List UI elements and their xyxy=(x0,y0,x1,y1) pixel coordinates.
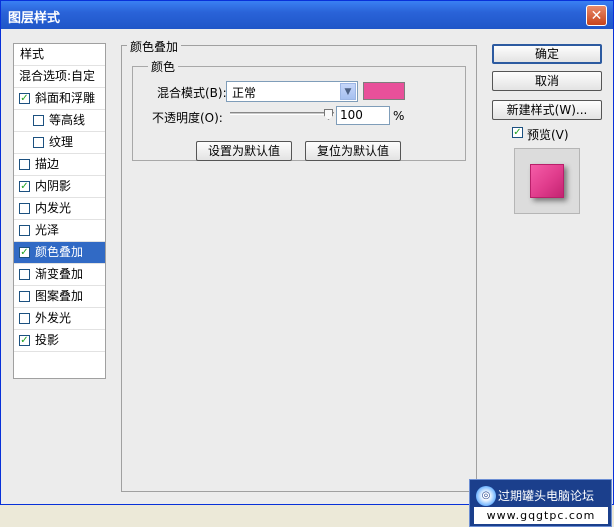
forum-name: 过期罐头电脑论坛 xyxy=(498,489,595,503)
style-item-contour[interactable]: 等高线 xyxy=(14,110,105,132)
opacity-label: 不透明度(O): xyxy=(152,111,223,125)
checkbox-icon[interactable] xyxy=(19,313,30,324)
checkbox-icon[interactable] xyxy=(33,115,44,126)
checkbox-icon[interactable]: ✓ xyxy=(19,93,30,104)
layer-style-dialog: 图层样式 ✕ 样式 混合选项:自定 ✓ 斜面和浮雕 等高线 纹理 描边 ✓ 内阴… xyxy=(0,0,614,527)
style-item-label: 光泽 xyxy=(35,223,60,237)
style-item-stroke[interactable]: 描边 xyxy=(14,154,105,176)
opacity-slider[interactable] xyxy=(230,112,334,115)
title-bar[interactable]: 图层样式 ✕ xyxy=(1,1,613,29)
preview-label: 预览(V) xyxy=(527,128,569,142)
style-item-inner-shadow[interactable]: ✓ 内阴影 xyxy=(14,176,105,198)
opacity-input[interactable]: 100 xyxy=(336,106,390,125)
style-item-drop-shadow[interactable]: ✓ 投影 xyxy=(14,330,105,352)
style-item-label: 图案叠加 xyxy=(35,289,84,303)
overlay-color-swatch[interactable] xyxy=(363,82,405,100)
style-item-satin[interactable]: 光泽 xyxy=(14,220,105,242)
forum-url: www.gqgtpc.com xyxy=(474,507,608,524)
dropdown-arrow-icon[interactable]: ▼ xyxy=(340,83,356,100)
style-item-blending-options[interactable]: 混合选项:自定 xyxy=(14,66,105,88)
dialog-body: 样式 混合选项:自定 ✓ 斜面和浮雕 等高线 纹理 描边 ✓ 内阴影 内发光 光… xyxy=(1,29,613,527)
style-item-label: 斜面和浮雕 xyxy=(35,91,96,105)
checkbox-icon[interactable] xyxy=(19,159,30,170)
checkbox-icon[interactable] xyxy=(19,269,30,280)
style-item-inner-glow[interactable]: 内发光 xyxy=(14,198,105,220)
style-item-label: 描边 xyxy=(35,157,60,171)
style-item-label: 混合选项:自定 xyxy=(19,69,96,83)
close-button[interactable]: ✕ xyxy=(586,5,607,26)
forum-watermark: ◎ 过期罐头电脑论坛 www.gqgtpc.com xyxy=(469,479,612,527)
style-item-bevel-emboss[interactable]: ✓ 斜面和浮雕 xyxy=(14,88,105,110)
blend-mode-value: 正常 xyxy=(232,86,257,100)
style-item-texture[interactable]: 纹理 xyxy=(14,132,105,154)
checkbox-icon[interactable] xyxy=(19,203,30,214)
style-item-label: 外发光 xyxy=(35,311,72,325)
style-item-label: 内发光 xyxy=(35,201,72,215)
checkbox-icon[interactable]: ✓ xyxy=(512,127,523,138)
checkbox-icon[interactable] xyxy=(19,225,30,236)
cancel-button[interactable]: 取消 xyxy=(492,71,602,91)
blend-mode-select[interactable]: 正常 ▼ xyxy=(226,81,358,102)
forum-logo-icon: ◎ xyxy=(476,486,496,506)
style-item-pattern-overlay[interactable]: 图案叠加 xyxy=(14,286,105,308)
set-default-button[interactable]: 设置为默认值 xyxy=(196,141,292,161)
style-item-gradient-overlay[interactable]: 渐变叠加 xyxy=(14,264,105,286)
style-item-color-overlay[interactable]: ✓ 颜色叠加 xyxy=(14,242,105,264)
style-item-label: 渐变叠加 xyxy=(35,267,84,281)
blend-mode-label: 混合模式(B): xyxy=(157,86,227,100)
reset-default-button[interactable]: 复位为默认值 xyxy=(305,141,401,161)
style-list-header-label: 样式 xyxy=(20,47,45,61)
style-item-label: 纹理 xyxy=(49,135,74,149)
preview-swatch xyxy=(530,164,564,198)
style-item-outer-glow[interactable]: 外发光 xyxy=(14,308,105,330)
ok-button[interactable]: 确定 xyxy=(492,44,602,64)
new-style-button[interactable]: 新建样式(W)... xyxy=(492,100,602,120)
checkbox-icon[interactable]: ✓ xyxy=(19,181,30,192)
style-list: 样式 混合选项:自定 ✓ 斜面和浮雕 等高线 纹理 描边 ✓ 内阴影 内发光 光… xyxy=(13,43,106,379)
checkbox-icon[interactable]: ✓ xyxy=(19,335,30,346)
style-list-header: 样式 xyxy=(14,44,105,66)
close-icon: ✕ xyxy=(590,7,603,24)
checkbox-icon[interactable]: ✓ xyxy=(19,247,30,258)
window-title: 图层样式 xyxy=(8,11,61,26)
style-item-label: 颜色叠加 xyxy=(35,245,84,259)
checkbox-icon[interactable] xyxy=(33,137,44,148)
panel-title: 颜色叠加 xyxy=(127,38,182,55)
style-item-label: 等高线 xyxy=(49,113,86,127)
style-preview xyxy=(514,148,580,214)
style-item-label: 投影 xyxy=(35,333,60,347)
style-item-label: 内阴影 xyxy=(35,179,72,193)
opacity-unit: % xyxy=(393,109,405,123)
checkbox-icon[interactable] xyxy=(19,291,30,302)
color-group-title: 颜色 xyxy=(148,58,179,75)
